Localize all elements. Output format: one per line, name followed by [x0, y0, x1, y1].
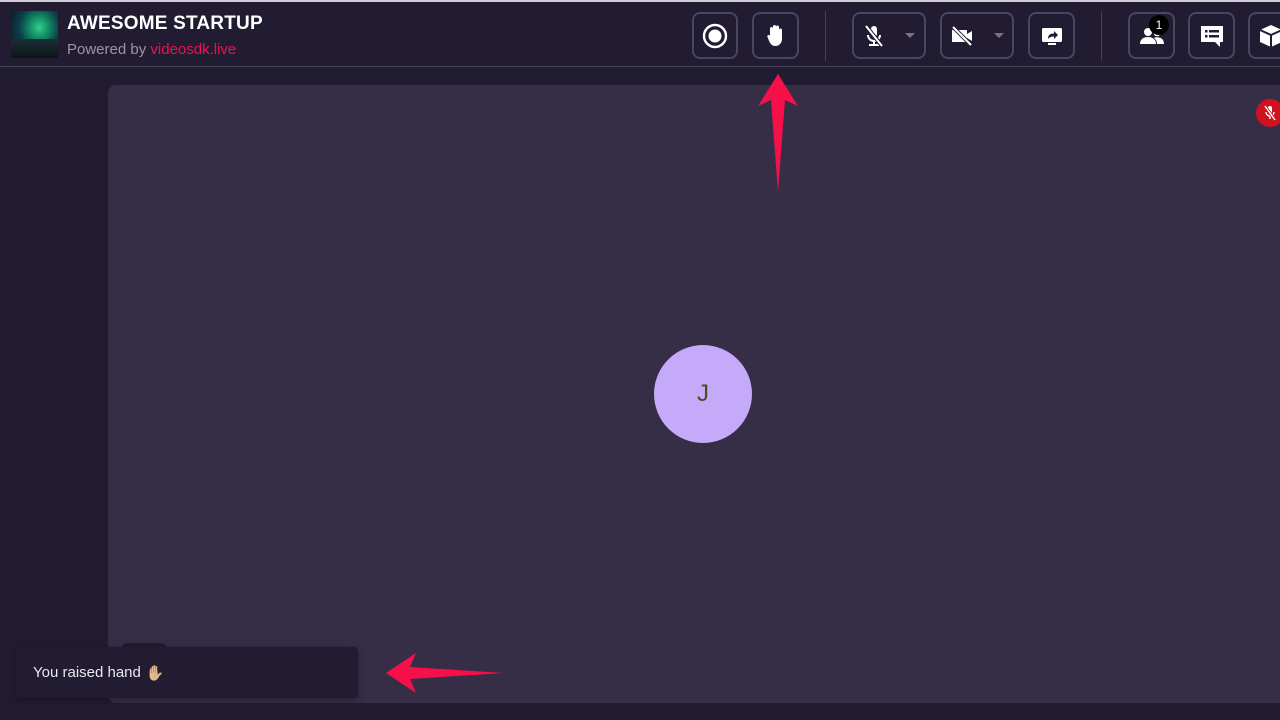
toast-message: You raised hand: [33, 664, 141, 681]
videosdk-link[interactable]: videosdk.live: [150, 41, 236, 58]
webcam-dropdown-caret-icon[interactable]: [994, 33, 1004, 38]
raised-hand-emoji-icon: ✋🏼: [145, 664, 165, 682]
top-bar: AWESOME STARTUP Powered by videosdk.live: [0, 0, 1280, 67]
annotation-arrow-left: [386, 653, 504, 693]
record-button[interactable]: [692, 12, 738, 59]
mic-off-icon: [864, 24, 884, 47]
chat-icon: [1200, 25, 1223, 47]
powered-by: Powered by videosdk.live: [67, 41, 236, 58]
more-button[interactable]: [1248, 12, 1280, 59]
record-icon: [702, 23, 728, 48]
raised-hand-toast: You raised hand ✋🏼: [16, 647, 358, 698]
mic-off-icon: [1263, 105, 1277, 121]
screen-share-button[interactable]: [1028, 12, 1075, 59]
mic-dropdown-caret-icon[interactable]: [905, 33, 915, 38]
participant-initial: J: [697, 380, 709, 407]
muted-indicator: [1256, 99, 1280, 127]
toolbar-divider: [1101, 11, 1102, 61]
chat-button[interactable]: [1188, 12, 1235, 59]
mic-button[interactable]: [852, 12, 926, 59]
powered-by-prefix: Powered by: [67, 41, 147, 58]
annotation-arrow-up: [758, 74, 798, 192]
screen-share-icon: [1041, 27, 1062, 45]
cube-icon: [1259, 24, 1280, 47]
video-off-icon: [951, 25, 973, 46]
raise-hand-button[interactable]: [752, 12, 799, 59]
brand-title: AWESOME STARTUP: [67, 13, 263, 34]
participants-button[interactable]: 1: [1128, 12, 1175, 59]
participant-avatar: J: [654, 345, 752, 443]
brand-logo: [11, 11, 58, 58]
webcam-button[interactable]: [940, 12, 1014, 59]
toolbar-divider: [825, 11, 826, 61]
participants-count-badge: 1: [1149, 15, 1169, 35]
raise-hand-icon: [766, 24, 782, 46]
